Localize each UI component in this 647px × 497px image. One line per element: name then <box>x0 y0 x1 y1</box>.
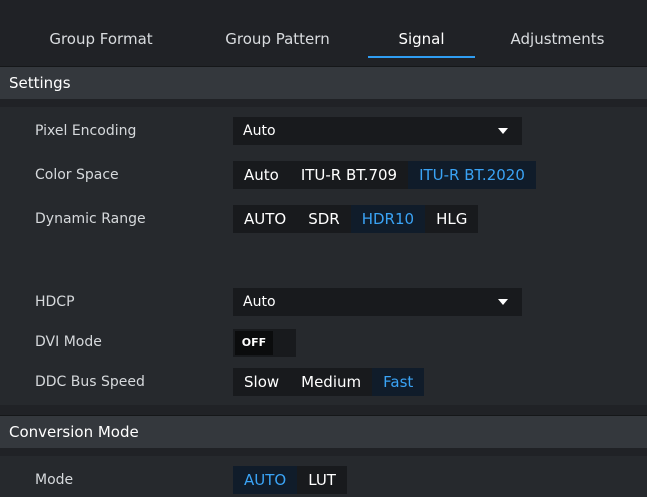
dynamic-range-option-auto[interactable]: AUTO <box>233 205 297 233</box>
color-space-option-bt2020[interactable]: ITU-R BT.2020 <box>408 161 536 189</box>
dynamic-range-selector: AUTO SDR HDR10 HLG <box>233 205 479 233</box>
dynamic-range-option-sdr[interactable]: SDR <box>297 205 351 233</box>
tab-label: Adjustments <box>510 30 605 48</box>
pixel-encoding-dropdown[interactable]: Auto <box>233 117 522 145</box>
tab-label: Group Pattern <box>225 30 330 48</box>
ddc-bus-speed-label: DDC Bus Speed <box>35 374 145 390</box>
color-space-option-bt709[interactable]: ITU-R BT.709 <box>290 161 408 189</box>
section-title: Settings <box>9 74 71 92</box>
tab-label: Signal <box>398 30 445 48</box>
color-space-option-auto[interactable]: Auto <box>233 161 290 189</box>
ddc-bus-speed-selector: Slow Medium Fast <box>233 368 425 396</box>
hdcp-label: HDCP <box>35 294 75 310</box>
section-title: Conversion Mode <box>9 423 139 441</box>
color-space-label: Color Space <box>35 167 119 183</box>
tab-signal[interactable]: Signal <box>368 30 475 58</box>
chevron-down-icon <box>498 299 508 305</box>
settings-panel: Pixel Encoding Auto Color Space Auto ITU… <box>0 107 647 405</box>
conversion-panel: Mode AUTO LUT <box>0 456 647 497</box>
tab-group-format[interactable]: Group Format <box>16 30 186 58</box>
settings-section-header: Settings <box>0 66 647 99</box>
dynamic-range-option-hlg[interactable]: HLG <box>425 205 478 233</box>
dynamic-range-label: Dynamic Range <box>35 211 146 227</box>
active-tab-indicator <box>368 56 475 58</box>
hdcp-dropdown[interactable]: Auto <box>233 288 522 316</box>
tab-group-pattern[interactable]: Group Pattern <box>200 30 355 58</box>
ddc-speed-option-fast[interactable]: Fast <box>372 368 425 396</box>
mode-option-lut[interactable]: LUT <box>297 466 347 494</box>
dynamic-range-option-hdr10[interactable]: HDR10 <box>350 205 426 233</box>
dvi-mode-label: DVI Mode <box>35 334 102 350</box>
pixel-encoding-label: Pixel Encoding <box>35 123 137 139</box>
dropdown-value: Auto <box>243 123 276 139</box>
toggle-state: OFF <box>235 331 273 355</box>
color-space-selector: Auto ITU-R BT.709 ITU-R BT.2020 <box>233 161 536 189</box>
ddc-speed-option-slow[interactable]: Slow <box>233 368 290 396</box>
ddc-speed-option-medium[interactable]: Medium <box>290 368 372 396</box>
dropdown-value: Auto <box>243 294 276 310</box>
mode-label: Mode <box>35 472 74 488</box>
tab-bar: Group Format Group Pattern Signal Adjust… <box>0 0 647 58</box>
conversion-mode-selector: AUTO LUT <box>233 466 347 494</box>
dvi-mode-toggle[interactable]: OFF <box>233 329 296 357</box>
conversion-section-header: Conversion Mode <box>0 415 647 448</box>
tab-adjustments[interactable]: Adjustments <box>490 30 625 58</box>
tab-label: Group Format <box>49 30 153 48</box>
chevron-down-icon <box>498 128 508 134</box>
mode-option-auto[interactable]: AUTO <box>233 466 298 494</box>
